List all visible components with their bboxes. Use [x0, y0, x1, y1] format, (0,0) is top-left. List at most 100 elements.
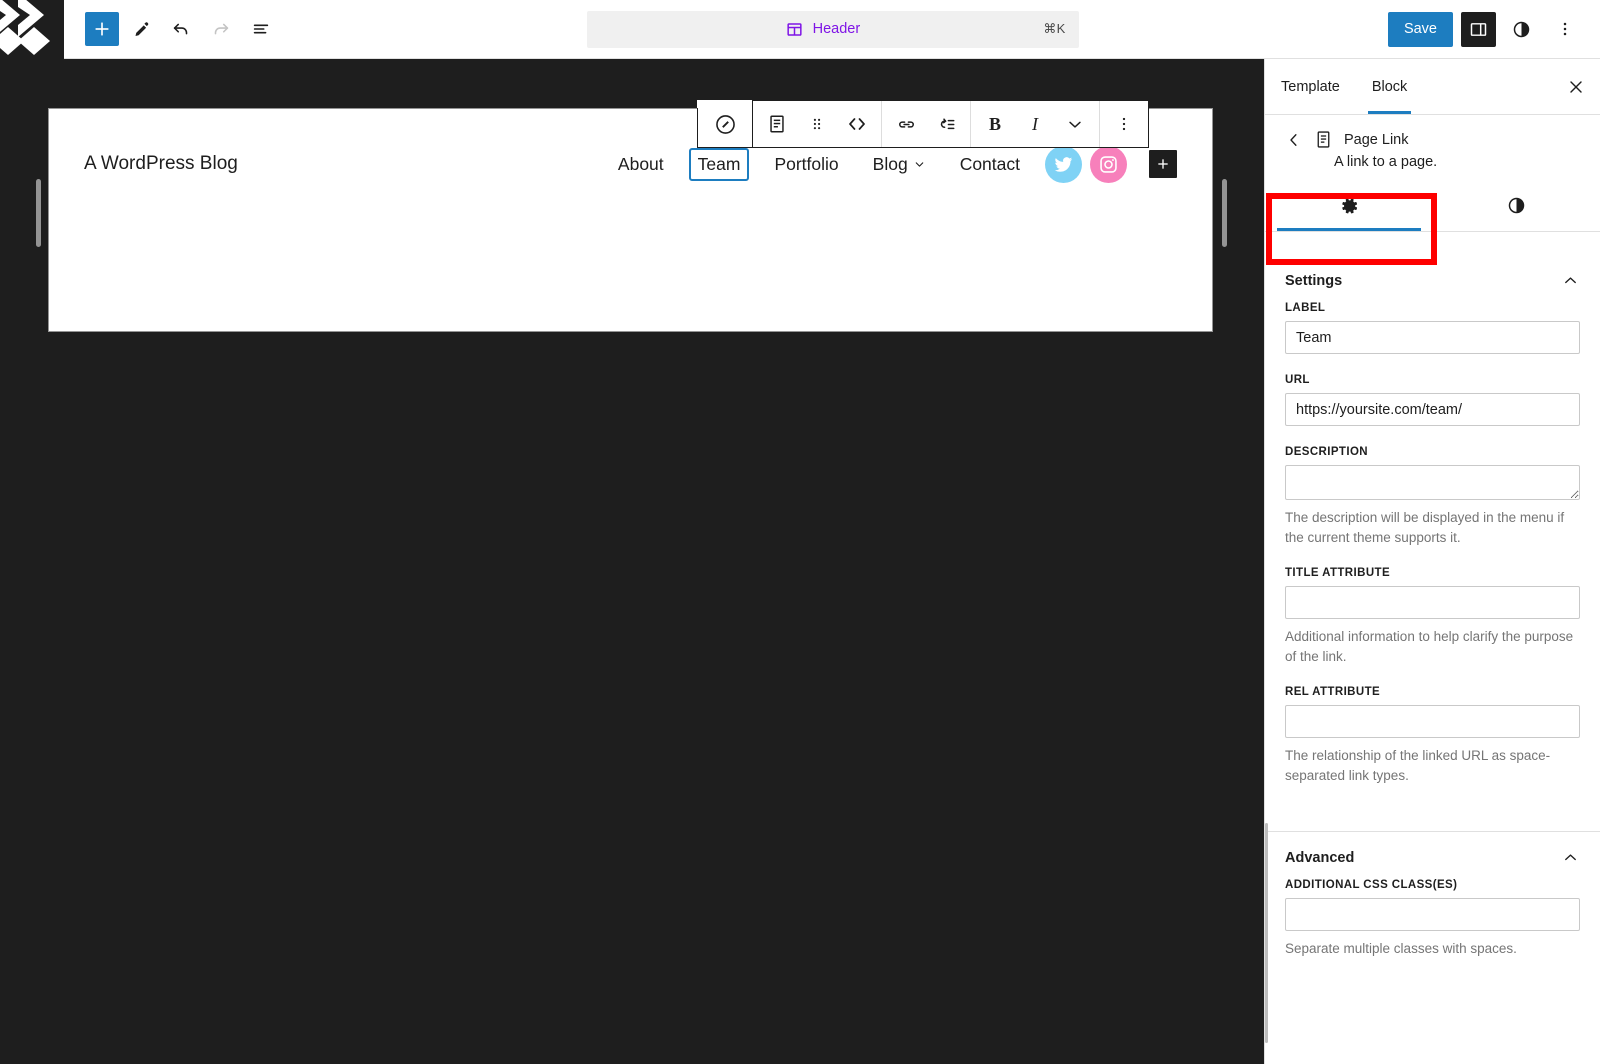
settings-panel-icon[interactable]	[1461, 11, 1496, 47]
nav-item-team[interactable]: Team	[688, 147, 750, 181]
nav-item-label: Portfolio	[774, 153, 839, 174]
italic-button[interactable]: I	[1015, 101, 1055, 147]
tab-template[interactable]: Template	[1265, 59, 1356, 114]
styles-tab[interactable]	[1433, 180, 1600, 231]
top-bar-right-tools: Save	[1387, 11, 1600, 47]
page-icon	[1313, 129, 1334, 150]
settings-panel-header[interactable]: Settings	[1265, 255, 1600, 302]
advanced-panel-header[interactable]: Advanced	[1265, 832, 1600, 879]
document-bar-container: Header ⌘K	[279, 10, 1388, 48]
three-dots-vertical-icon[interactable]	[1104, 101, 1144, 147]
site-title: A WordPress Blog	[84, 153, 238, 174]
url-field[interactable]	[1285, 393, 1580, 426]
twitter-icon[interactable]	[1045, 145, 1082, 183]
nav-item-label: Blog	[872, 153, 908, 174]
nav-item-blog[interactable]: Blog	[866, 150, 933, 179]
nav-item-label: Contact	[959, 153, 1020, 174]
wordpress-logo-icon[interactable]	[0, 0, 64, 59]
toolbar-notch	[697, 100, 752, 108]
additional-css-classes-field-label: ADDITIONAL CSS CLASS(ES)	[1285, 879, 1458, 892]
toolbar-group-options	[1100, 101, 1148, 147]
redo-arrow-icon[interactable]	[203, 11, 239, 47]
rel-attribute-field-label: REL ATTRIBUTE	[1285, 686, 1381, 699]
panel-title: Settings	[1285, 272, 1343, 289]
description-field-help: The description will be displayed in the…	[1285, 510, 1565, 545]
block-card: Page Link A link to a page.	[1265, 115, 1600, 180]
nav-item-about[interactable]: About	[611, 150, 671, 179]
gear-icon	[1338, 195, 1360, 217]
chevron-up-icon	[1561, 848, 1580, 867]
label-field-label: LABEL	[1285, 302, 1326, 314]
half-circle-icon	[1506, 195, 1527, 216]
toolbar-group-block	[753, 101, 882, 147]
settings-tab[interactable]	[1265, 180, 1433, 231]
title-attribute-field-label: TITLE ATTRIBUTE	[1285, 567, 1391, 580]
six-dots-drag-icon[interactable]	[797, 101, 837, 147]
save-button[interactable]: Save	[1387, 11, 1453, 47]
label-field-group: LABEL	[1285, 302, 1580, 354]
rel-attribute-field-group: REL ATTRIBUTE The relationship of the li…	[1285, 686, 1580, 785]
half-circle-icon[interactable]	[1504, 12, 1539, 47]
undo-arrow-icon[interactable]	[163, 11, 199, 47]
left-resize-handle[interactable]	[36, 179, 41, 247]
add-block-button[interactable]	[85, 12, 119, 46]
toolbar-group-format: B I	[971, 101, 1100, 147]
sidebar-scrollbar[interactable]	[1265, 823, 1268, 1043]
block-toolbar: B I	[697, 100, 1149, 148]
document-shortcut: ⌘K	[1043, 21, 1066, 36]
nav-item-label: Team	[697, 153, 741, 174]
right-resize-handle[interactable]	[1222, 179, 1227, 247]
template-part-icon	[785, 20, 804, 39]
chevron-left-right-icon[interactable]	[837, 101, 877, 147]
list-view-icon[interactable]	[243, 11, 279, 47]
url-field-label: URL	[1285, 374, 1310, 386]
submenu-icon[interactable]	[926, 101, 966, 147]
sidebar-tabs: Template Block	[1265, 59, 1600, 115]
title-attribute-field-help: Additional information to help clarify t…	[1285, 629, 1574, 664]
url-field-group: URL	[1285, 374, 1580, 426]
close-icon[interactable]	[1552, 59, 1600, 114]
label-field[interactable]	[1285, 321, 1580, 354]
toolbar-group-link	[882, 101, 971, 147]
editor-canvas: A WordPress Blog About Team Portfolio Bl…	[0, 59, 1264, 1064]
settings-sidebar: Template Block Page Link A link to a pag…	[1264, 59, 1600, 1064]
chevron-down-icon[interactable]	[1055, 101, 1095, 147]
document-title: Header	[812, 21, 861, 37]
tab-label: Block	[1371, 78, 1408, 95]
pencil-icon[interactable]	[123, 11, 159, 47]
nav-item-portfolio[interactable]: Portfolio	[767, 150, 845, 179]
nav-item-contact[interactable]: Contact	[953, 150, 1027, 179]
navigation-block: About Team Portfolio Blog Contact	[601, 145, 1177, 183]
tab-label: Template	[1281, 78, 1340, 95]
top-bar-left-tools	[64, 11, 279, 47]
panel-title: Advanced	[1285, 849, 1355, 866]
advanced-panel-body: ADDITIONAL CSS CLASS(ES) Separate multip…	[1265, 879, 1600, 1001]
rel-attribute-field-help: The relationship of the linked URL as sp…	[1285, 748, 1551, 783]
editor-top-bar: Header ⌘K Save	[0, 0, 1600, 59]
nav-item-label: About	[617, 153, 664, 174]
title-attribute-field-group: TITLE ATTRIBUTE Additional information t…	[1285, 567, 1580, 666]
additional-css-classes-field[interactable]	[1285, 898, 1580, 932]
editor-main: A WordPress Blog About Team Portfolio Bl…	[0, 59, 1600, 1064]
link-icon[interactable]	[886, 101, 926, 147]
wordpress-site-editor: Header ⌘K Save A WordPress Blog About Te…	[0, 0, 1600, 1064]
block-name: Page Link	[1344, 131, 1409, 148]
tab-block[interactable]: Block	[1356, 59, 1423, 114]
rel-attribute-field[interactable]	[1285, 705, 1580, 739]
nav-appender-button[interactable]	[1149, 150, 1177, 178]
sidebar-mode-tabs	[1265, 180, 1600, 232]
additional-css-classes-field-group: ADDITIONAL CSS CLASS(ES) Separate multip…	[1285, 879, 1580, 959]
bold-button[interactable]: B	[975, 101, 1015, 147]
chevron-up-icon	[1561, 271, 1580, 290]
description-field[interactable]	[1285, 465, 1580, 500]
page-icon[interactable]	[757, 101, 797, 147]
description-field-group: DESCRIPTION The description will be disp…	[1285, 446, 1580, 547]
sidebar-scroll-area[interactable]: Settings LABEL URL	[1265, 255, 1600, 1064]
title-attribute-field[interactable]	[1285, 586, 1580, 620]
chevron-left-icon[interactable]	[1285, 131, 1303, 149]
document-bar[interactable]: Header ⌘K	[587, 10, 1080, 48]
three-dots-vertical-icon[interactable]	[1547, 12, 1582, 47]
chevron-down-icon	[913, 158, 926, 171]
description-field-label: DESCRIPTION	[1285, 446, 1368, 458]
instagram-icon[interactable]	[1090, 145, 1127, 183]
